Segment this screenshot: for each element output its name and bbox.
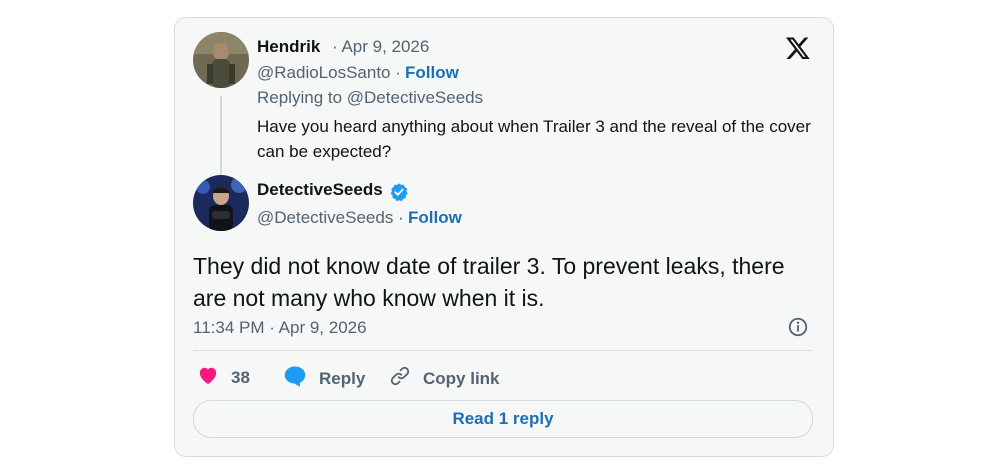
read-replies-button[interactable]: Read 1 reply — [193, 400, 813, 438]
reply-follow-link[interactable]: Follow — [405, 63, 459, 83]
reply-date[interactable]: · Apr 9, 2026 — [332, 37, 429, 57]
info-icon[interactable] — [787, 316, 809, 343]
replying-to-line[interactable]: Replying to @DetectiveSeeds — [257, 88, 483, 108]
link-icon — [389, 365, 423, 392]
x-logo-icon[interactable] — [785, 35, 811, 66]
hendrik-avatar[interactable] — [193, 32, 249, 88]
heart-icon — [197, 365, 231, 390]
divider — [193, 350, 813, 351]
reply-author-name[interactable]: Hendrik — [257, 37, 320, 57]
reply-action[interactable]: Reply — [283, 365, 365, 392]
like-count: 38 — [231, 367, 250, 387]
copy-link-action[interactable]: Copy link — [389, 365, 500, 392]
embedded-tweet-card: Hendrik · Apr 9, 2026 @RadioLosSanto · F… — [174, 17, 834, 457]
reply-bubble-icon — [283, 365, 319, 392]
detectiveseeds-avatar[interactable] — [193, 175, 249, 231]
copy-link-label: Copy link — [423, 368, 500, 388]
tweet-follow-link[interactable]: Follow — [408, 208, 462, 228]
reply-author-handle[interactable]: @RadioLosSanto · — [257, 63, 401, 83]
tweet-author-name[interactable]: DetectiveSeeds — [257, 180, 383, 200]
tweet-text: They did not know date of trailer 3. To … — [193, 253, 785, 311]
tweet-timestamp[interactable]: 11:34 PM · Apr 9, 2026 — [193, 318, 367, 338]
verified-badge-icon — [389, 182, 409, 207]
like-action[interactable]: 38 — [197, 365, 250, 390]
reply-label: Reply — [319, 368, 366, 388]
thread-connector-line — [220, 96, 222, 180]
reply-text: Have you heard anything about when Trail… — [257, 117, 811, 161]
tweet-author-handle[interactable]: @DetectiveSeeds · — [257, 208, 404, 228]
